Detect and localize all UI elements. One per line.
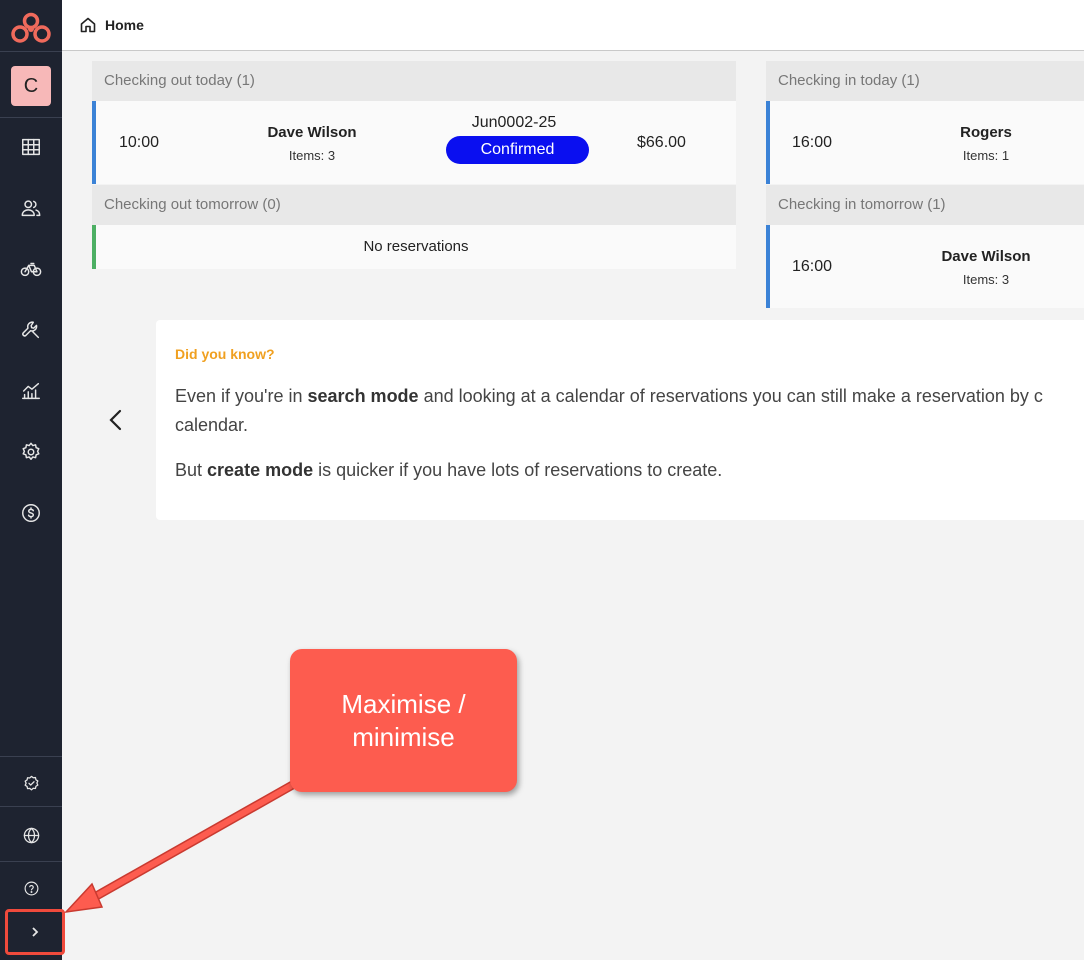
tip-emphasis: create mode [207,460,314,480]
checkout-today-heading: Checking out today (1) [92,61,736,101]
did-you-know-card: Did you know? Even if you're in search m… [156,320,1084,520]
customer-name: Dave Wilson [267,124,357,141]
customer-name: Rogers [960,124,1012,141]
callout-box: Maximise / minimise [290,649,517,792]
reservation-row[interactable]: 16:00 Dave Wilson Items: 3 [766,225,1084,308]
empty-state: No reservations [92,225,736,269]
tip-line: calendar. [175,415,249,435]
tip-line: But create mode is quicker if you have l… [175,460,723,480]
grid-icon [22,138,40,156]
globe-icon [23,827,39,843]
avatar[interactable]: C [11,66,51,106]
sidebar-divider [0,861,62,862]
sidebar-item-help[interactable] [0,868,62,908]
home-icon [80,17,96,33]
sidebar-item-dashboard[interactable] [0,127,62,167]
sidebar-item-language[interactable] [0,815,62,855]
reservation-row[interactable]: 10:00 Dave Wilson Items: 3 Jun0002-25 Co… [92,101,736,184]
sidebar-expand-button[interactable] [5,909,65,955]
reservation-time: 16:00 [792,134,833,151]
checkin-today-heading: Checking in today (1) [766,61,1084,101]
reservation-row[interactable]: 16:00 Rogers Items: 1 [766,101,1084,184]
help-icon [24,881,38,895]
breadcrumb[interactable]: Home [105,17,144,33]
customer-name: Dave Wilson [941,248,1031,265]
sidebar-divider [0,117,62,118]
verified-icon [24,775,38,790]
top-bar: Home [62,0,1084,51]
users-icon [21,200,41,217]
reservation-price: $66.00 [637,134,686,151]
chevron-right-icon [32,927,39,937]
bike-icon [20,262,42,277]
item-count: Items: 3 [288,148,336,163]
settings-icon [22,442,40,460]
tip-title: Did you know? [175,346,275,362]
sidebar-divider [0,806,62,807]
reservation-time: 10:00 [119,134,160,151]
previous-tip-button[interactable] [104,406,128,434]
sidebar-item-billing[interactable] [0,493,62,533]
sidebar-divider [0,51,62,52]
wrench-icon [22,321,40,339]
item-count: Items: 3 [962,272,1010,287]
sidebar-item-settings[interactable] [0,432,62,472]
tip-line: Even if you're in search mode and lookin… [175,386,1043,406]
sidebar-divider [0,756,62,757]
status-badge: Confirmed [446,136,589,164]
reservation-ref: Jun0002-25 [471,114,557,131]
app-logo[interactable] [10,12,52,44]
sidebar-item-reports[interactable] [0,371,62,411]
item-count: Items: 1 [962,148,1010,163]
analytics-icon [22,382,40,400]
tip-emphasis: search mode [307,386,419,406]
sidebar-item-customers[interactable] [0,188,62,228]
sidebar: C [0,0,62,960]
checkout-tomorrow-heading: Checking out tomorrow (0) [92,185,736,225]
billing-icon [22,504,40,522]
reservation-time: 16:00 [792,258,833,275]
sidebar-item-bikes[interactable] [0,249,62,289]
sidebar-item-verified[interactable] [0,763,62,803]
sidebar-item-maintenance[interactable] [0,310,62,350]
checkin-tomorrow-heading: Checking in tomorrow (1) [766,185,1084,225]
